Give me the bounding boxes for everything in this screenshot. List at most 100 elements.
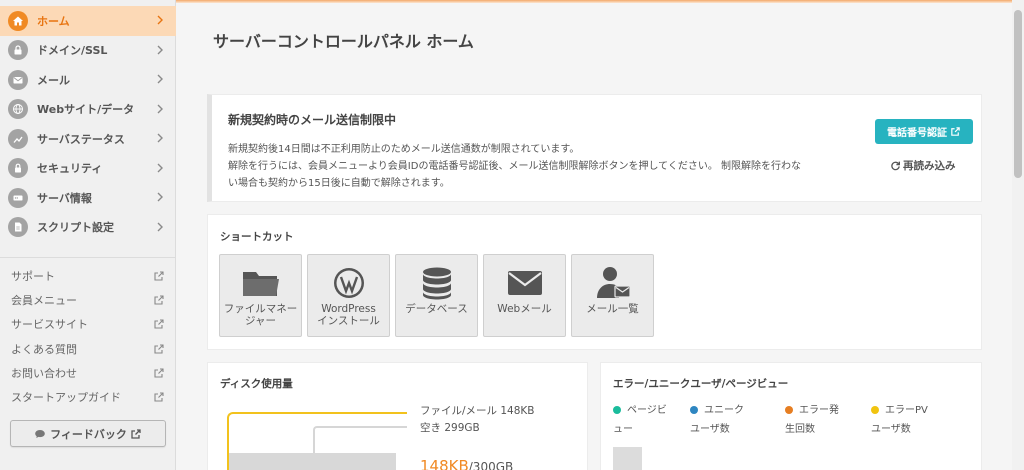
- sidebar-item-website-data[interactable]: Webサイト/データ: [0, 95, 176, 125]
- legend-label: エラー発生回数: [785, 405, 839, 435]
- external-link-icon: [154, 368, 164, 378]
- link-label: 会員メニュー: [11, 294, 77, 308]
- legend-dot: [871, 406, 879, 414]
- external-link-icon: [154, 319, 164, 329]
- legend-error-count[interactable]: エラー発生回数: [785, 401, 845, 439]
- phone-verify-button[interactable]: 電話番号認証: [875, 119, 973, 144]
- link-contact[interactable]: お問い合わせ: [0, 361, 176, 385]
- disk-file-mail: ファイル/メール 148KB: [420, 405, 535, 417]
- legend-unique-users[interactable]: ユニークユーザ数: [690, 401, 750, 439]
- link-label: スタートアップガイド: [11, 391, 121, 405]
- sidebar-item-server-status[interactable]: サーバステータス: [0, 124, 176, 154]
- sidebar-item-script-settings[interactable]: スクリプト設定: [0, 213, 176, 243]
- top-accent-line: [176, 0, 1024, 3]
- external-link-icon: [131, 428, 141, 439]
- shortcut-label: Webメール: [497, 303, 552, 315]
- folder-icon: [243, 272, 279, 296]
- user-mail-icon: [597, 267, 631, 298]
- server-icon: [8, 187, 28, 208]
- wordpress-icon: [334, 268, 364, 298]
- shortcut-label: メール一覧: [586, 303, 639, 315]
- feedback-button[interactable]: フィードバック: [10, 420, 166, 447]
- disk-used-value: 148KB: [420, 457, 469, 470]
- link-member-menu[interactable]: 会員メニュー: [0, 288, 176, 312]
- mail-icon: [8, 69, 28, 90]
- shortcut-mail-list[interactable]: メール一覧: [571, 254, 654, 337]
- sidebar-links: サポート 会員メニュー サービスサイト よくある質問 お問い合わせ スタートアッ…: [0, 264, 176, 409]
- sidebar-item-server-info[interactable]: サーバ情報: [0, 183, 176, 213]
- shortcut-webmail[interactable]: Webメール: [483, 254, 566, 337]
- disk-title: ディスク使用量: [220, 378, 293, 390]
- legend-dot: [785, 406, 793, 414]
- link-support[interactable]: サポート: [0, 264, 176, 288]
- lock-icon: [8, 40, 28, 61]
- legend-pageview[interactable]: ページビュー: [613, 401, 673, 439]
- notice-title: 新規契約時のメール送信制限中: [228, 113, 397, 127]
- chevron-right-icon: [157, 192, 163, 202]
- legend-error-pv-users[interactable]: エラーPVユーザ数: [871, 401, 931, 439]
- sidebar-item-mail[interactable]: メール: [0, 65, 176, 95]
- shortcut-label: WordPress インストール: [317, 303, 380, 327]
- link-label: サポート: [11, 270, 55, 284]
- notice-line: 解除を行うには、会員メニューより会員IDの電話番号認証後、メール送信制限解除ボタ…: [228, 161, 802, 172]
- notice-line: い場合も契約から15日後に自動で解除されます。: [228, 178, 450, 189]
- shortcut-file-manager[interactable]: ファイルマネー ジャー: [219, 254, 302, 337]
- sidebar-item-label: ホーム: [37, 14, 70, 28]
- chevron-right-icon: [157, 222, 163, 231]
- sidebar-item-label: セキュリティ: [37, 162, 103, 176]
- reload-label: 再読み込み: [903, 160, 956, 172]
- sidebar-item-domain-ssl[interactable]: ドメイン/SSL: [0, 36, 176, 66]
- link-startup-guide[interactable]: スタートアップガイド: [0, 385, 176, 409]
- disk-total-value: /300GB: [468, 460, 514, 470]
- sidebar-item-label: サーバステータス: [37, 132, 125, 146]
- legend-label: エラーPVユーザ数: [871, 405, 928, 435]
- chevron-right-icon: [157, 45, 163, 54]
- page-title: サーバーコントロールパネル ホーム: [213, 32, 474, 51]
- error-chart-bar: [613, 447, 642, 470]
- sidebar-divider: [0, 257, 176, 258]
- link-label: お問い合わせ: [11, 366, 77, 380]
- refresh-icon: [891, 161, 900, 171]
- chevron-right-icon: [157, 104, 163, 113]
- reload-button[interactable]: 再読み込み: [890, 158, 956, 173]
- legend-label: ページビュー: [613, 405, 667, 435]
- chat-icon: [35, 429, 45, 438]
- disk-usage-bar: [229, 453, 396, 470]
- legend-label: ユニークユーザ数: [690, 405, 744, 435]
- scrollbar[interactable]: [1012, 0, 1024, 470]
- shortcut-wordpress[interactable]: WordPress インストール: [307, 254, 390, 337]
- sidebar-item-label: ドメイン/SSL: [37, 44, 108, 58]
- script-icon: [8, 217, 28, 238]
- chevron-right-icon: [157, 133, 163, 143]
- shortcut-label: ファイルマネー ジャー: [223, 303, 298, 327]
- padlock-icon: [8, 158, 28, 179]
- link-label: よくある質問: [11, 342, 77, 356]
- link-faq[interactable]: よくある質問: [0, 337, 176, 361]
- external-link-icon: [154, 344, 164, 354]
- link-service-site[interactable]: サービスサイト: [0, 312, 176, 336]
- notice-panel: 新規契約時のメール送信制限中 新規契約後14日間は不正利用防止のためメール送信通…: [207, 94, 982, 202]
- shortcut-label: データベース: [405, 303, 468, 315]
- scrollbar-thumb[interactable]: [1014, 10, 1022, 178]
- chart-icon: [8, 128, 28, 149]
- link-label: サービスサイト: [11, 318, 88, 332]
- chevron-right-icon: [157, 163, 163, 172]
- shortcut-database[interactable]: データベース: [395, 254, 478, 337]
- sidebar-item-home[interactable]: ホーム: [0, 6, 176, 36]
- shortcut-title: ショートカット: [220, 231, 294, 243]
- sidebar: ホーム ドメイン/SSL メール Webサイト/データ サーバステータス セキュ…: [0, 0, 176, 470]
- notice-line: 新規契約後14日間は不正利用防止のためメール送信通数が制限されています。: [228, 144, 580, 155]
- home-icon: [8, 10, 28, 31]
- external-link-icon: [154, 271, 164, 281]
- phone-verify-label: 電話番号認証: [887, 128, 947, 139]
- disk-free: 空き 299GB: [420, 422, 480, 434]
- error-title: エラー/ユニークユーザ/ページビュー: [613, 378, 789, 390]
- chevron-right-icon: [157, 74, 163, 84]
- sidebar-item-label: スクリプト設定: [37, 221, 114, 235]
- external-link-icon: [154, 295, 164, 305]
- database-icon: [423, 267, 451, 300]
- disk-used-summary: 148KB/300GB: [420, 456, 513, 470]
- sidebar-item-security[interactable]: セキュリティ: [0, 154, 176, 184]
- globe-icon: [8, 99, 28, 120]
- notice-text: 新規契約後14日間は不正利用防止のためメール送信通数が制限されています。 解除を…: [228, 141, 868, 192]
